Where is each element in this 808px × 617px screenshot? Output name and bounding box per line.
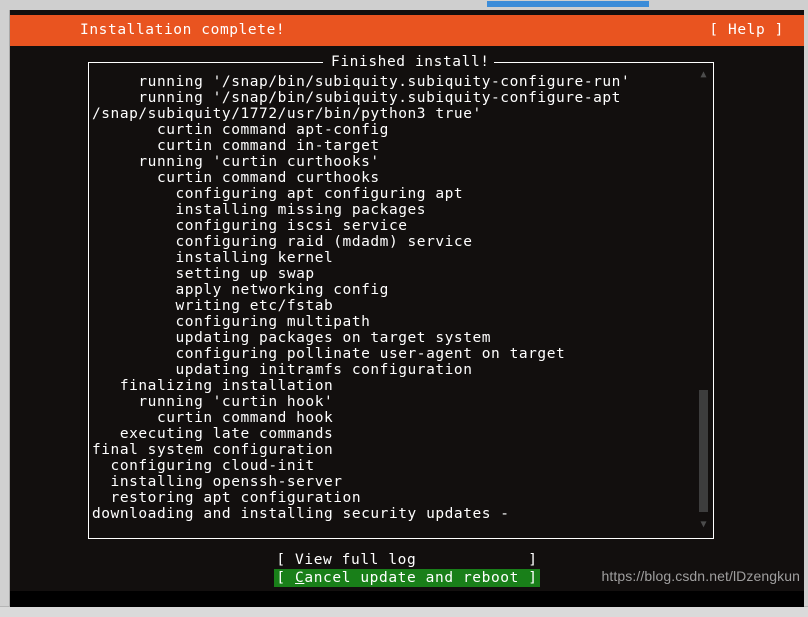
log-output: running '/snap/bin/subiquity.subiquity-c… bbox=[92, 74, 692, 522]
log-line: finalizing installation bbox=[92, 378, 334, 394]
log-scrollbar[interactable]: ▲ ▼ bbox=[698, 70, 709, 530]
help-button[interactable]: [ Help ] bbox=[709, 23, 784, 38]
log-line: restoring apt configuration bbox=[92, 490, 362, 506]
window-bottom-edge bbox=[0, 606, 808, 617]
log-line: setting up swap bbox=[92, 266, 315, 282]
panel-title: Finished install! bbox=[327, 54, 494, 70]
log-line: executing late commands bbox=[92, 426, 334, 442]
log-line: /snap/subiquity/1772/usr/bin/python3 tru… bbox=[92, 106, 482, 122]
log-line: configuring multipath bbox=[92, 314, 371, 330]
scroll-down-arrow-icon[interactable]: ▼ bbox=[698, 520, 709, 530]
panel-top-border-right bbox=[489, 62, 714, 63]
log-line: running '/snap/bin/subiquity.subiquity-c… bbox=[92, 90, 621, 106]
window-horizontal-scrollbar-track[interactable] bbox=[0, 0, 808, 10]
view-full-log-button[interactable]: [ View full log ] bbox=[274, 551, 539, 569]
installer-log-panel: Finished install! running '/snap/bin/sub… bbox=[88, 54, 714, 539]
screen: Installation complete! [ Help ] Finished… bbox=[0, 0, 808, 617]
log-line: configuring iscsi service bbox=[92, 218, 408, 234]
log-line: configuring raid (mdadm) service bbox=[92, 234, 473, 250]
log-line: curtin command in-target bbox=[92, 138, 380, 154]
log-line: configuring apt configuring apt bbox=[92, 186, 464, 202]
header-bar: Installation complete! [ Help ] bbox=[10, 15, 804, 46]
window-left-edge bbox=[0, 10, 10, 607]
log-line: running 'curtin hook' bbox=[92, 394, 334, 410]
log-line: configuring pollinate user-agent on targ… bbox=[92, 346, 566, 362]
log-line: running '/snap/bin/subiquity.subiquity-c… bbox=[92, 74, 631, 90]
terminal-screen: Installation complete! [ Help ] Finished… bbox=[10, 10, 804, 607]
log-line: updating packages on target system bbox=[92, 330, 492, 346]
button-label-rest: ancel update and reboot ] bbox=[304, 570, 538, 586]
log-line: writing etc/fstab bbox=[92, 298, 334, 314]
window-horizontal-scrollbar-thumb[interactable] bbox=[487, 1, 649, 7]
button-label-prefix: [ bbox=[276, 570, 296, 586]
button-accelerator-key: C bbox=[295, 570, 305, 586]
log-line: downloading and installing security upda… bbox=[92, 506, 510, 522]
page-title: Installation complete! bbox=[80, 22, 286, 39]
log-line: updating initramfs configuration bbox=[92, 362, 473, 378]
window-right-edge bbox=[804, 10, 808, 607]
cancel-update-and-reboot-button[interactable]: [ Cancel update and reboot ] bbox=[274, 569, 540, 587]
log-line: curtin command curthooks bbox=[92, 170, 380, 186]
log-line: curtin command apt-config bbox=[92, 122, 389, 138]
log-line: installing openssh-server bbox=[92, 474, 343, 490]
panel-top-border-left bbox=[88, 62, 323, 63]
terminal-bottom-margin bbox=[10, 591, 804, 607]
log-scrollbar-thumb[interactable] bbox=[699, 390, 708, 512]
log-line: installing missing packages bbox=[92, 202, 427, 218]
log-line: running 'curtin curthooks' bbox=[92, 154, 380, 170]
log-line: configuring cloud-init bbox=[92, 458, 315, 474]
log-line: curtin command hook bbox=[92, 410, 334, 426]
log-line: installing kernel bbox=[92, 250, 334, 266]
log-line: final system configuration bbox=[92, 442, 334, 458]
scroll-up-arrow-icon[interactable]: ▲ bbox=[698, 70, 709, 80]
watermark: https://blog.csdn.net/lDzengkun bbox=[601, 568, 800, 584]
log-line: apply networking config bbox=[92, 282, 389, 298]
